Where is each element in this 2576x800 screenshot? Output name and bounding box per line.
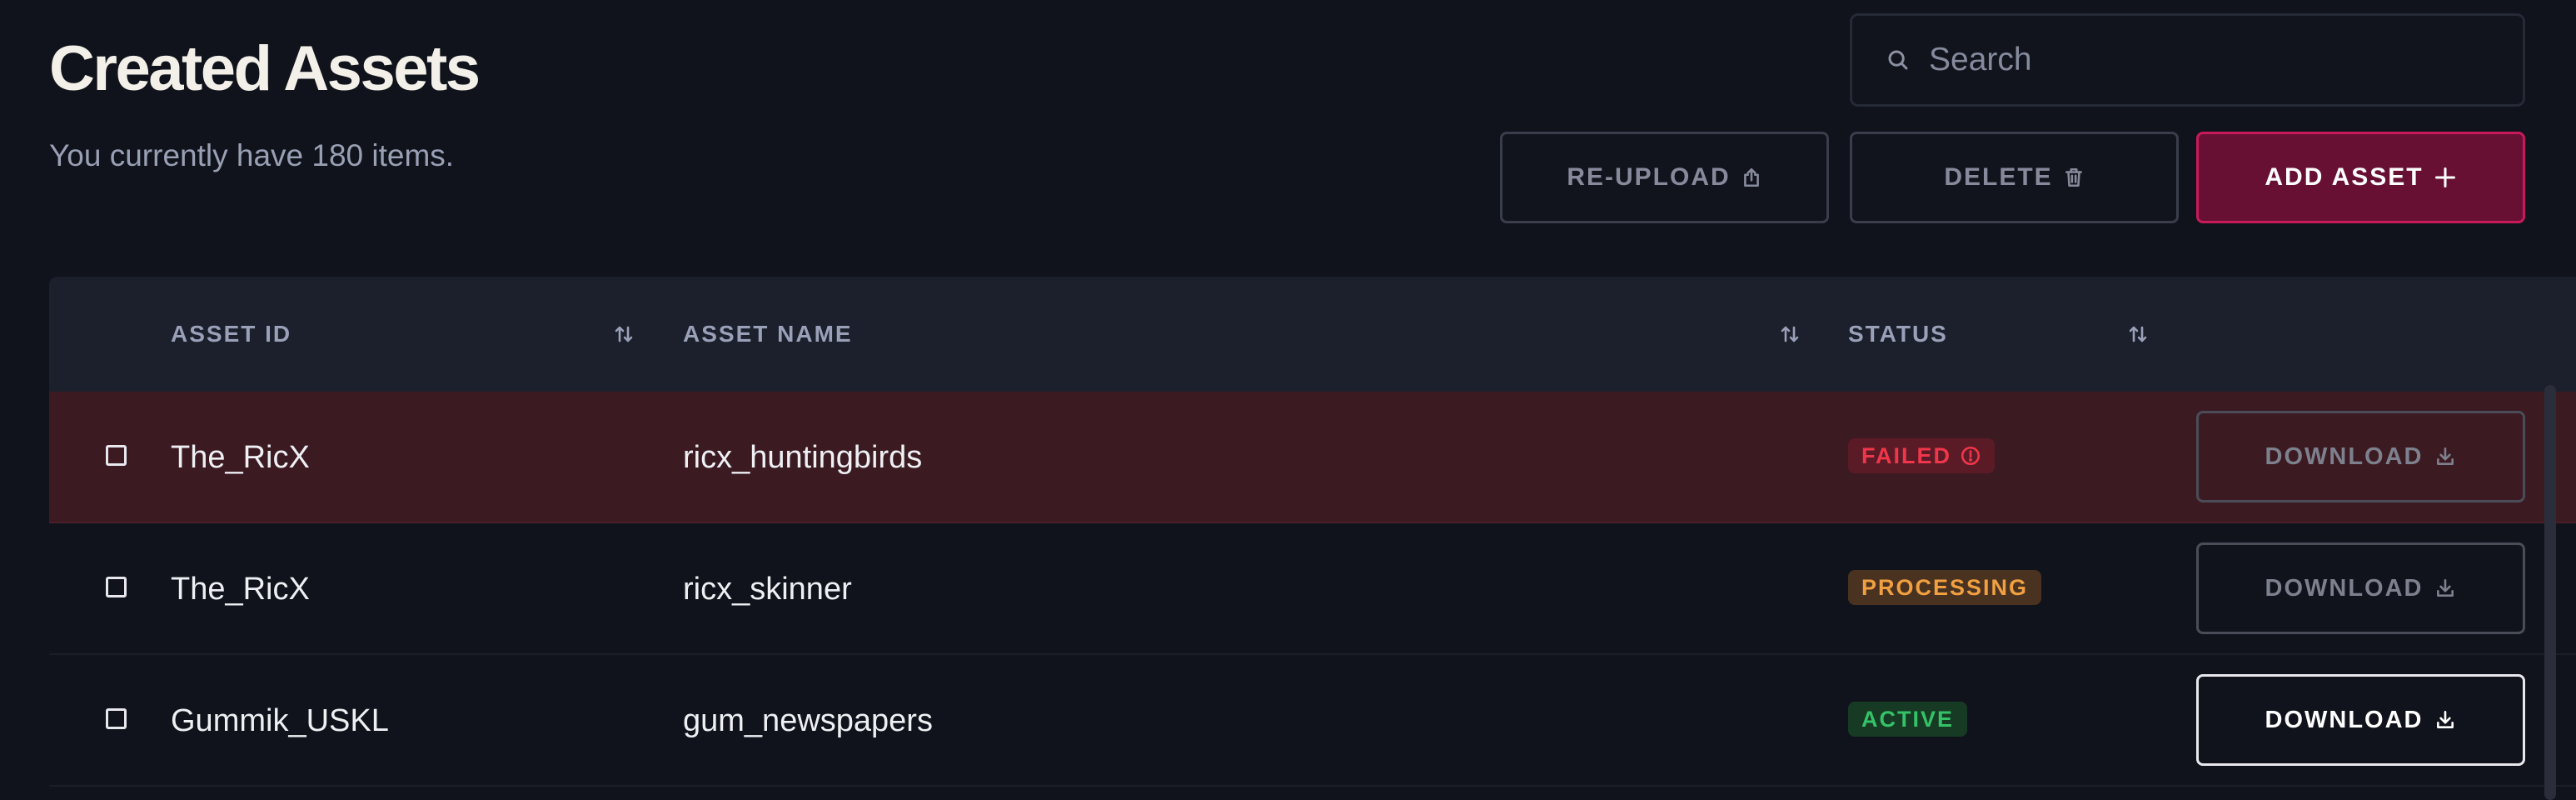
sort-status-button[interactable]	[2123, 318, 2153, 350]
column-header-asset-id: ASSET ID	[171, 321, 292, 347]
table-header: ASSET ID ASSET NAME STATUS	[49, 277, 2576, 392]
row-checkbox[interactable]	[106, 577, 127, 598]
table-row[interactable]: Gummik_USKL gum_newspapers ACTIVE DOWNLO…	[49, 655, 2576, 787]
search-input[interactable]	[1927, 41, 2460, 79]
sort-asset-name-button[interactable]	[1775, 318, 1805, 350]
delete-button-label: DELETE	[1944, 163, 2053, 191]
status-badge: FAILED	[1848, 438, 1996, 473]
download-icon	[2437, 578, 2454, 597]
alert-circle-icon	[1961, 446, 1981, 466]
asset-id-cell: The_RicX	[171, 439, 310, 475]
asset-id-cell: Gummik_USKL	[171, 702, 389, 738]
download-button-label: DOWNLOAD	[2265, 574, 2424, 602]
asset-name-cell: gum_newspapers	[683, 702, 933, 738]
sort-icon	[1781, 326, 1799, 342]
search-icon	[1888, 50, 1908, 70]
table-scrollbar[interactable]	[2544, 385, 2556, 800]
items-count-text: You currently have 180 items.	[49, 138, 455, 172]
delete-button[interactable]: DELETE	[1850, 132, 2179, 223]
download-button-label: DOWNLOAD	[2265, 706, 2424, 733]
upload-icon	[1743, 168, 1759, 188]
page-title: Created Assets	[49, 33, 481, 104]
download-button-label: DOWNLOAD	[2265, 442, 2424, 470]
asset-name-cell: ricx_skinner	[683, 571, 852, 607]
add-asset-button-label: ADD ASSET	[2265, 163, 2424, 191]
row-checkbox[interactable]	[106, 708, 127, 729]
table-row[interactable]: The_RicX ricx_skinner PROCESSING DOWNLOA…	[49, 523, 2576, 655]
created-assets-page: Created Assets You currently have 180 it…	[0, 0, 2576, 800]
sort-icon	[2129, 326, 2147, 342]
status-badge-label: PROCESSING	[1861, 574, 2029, 600]
search-box[interactable]	[1850, 13, 2525, 107]
assets-table: ASSET ID ASSET NAME STATUS The_RicX ricx…	[49, 277, 2576, 800]
download-icon	[2437, 710, 2454, 728]
asset-name-cell: ricx_huntingbirds	[683, 439, 923, 475]
reupload-button[interactable]: RE-UPLOAD	[1500, 132, 1829, 223]
status-badge: PROCESSING	[1848, 570, 2042, 605]
download-button[interactable]: DOWNLOAD	[2196, 411, 2525, 502]
plus-icon	[2434, 167, 2455, 188]
sort-icon	[615, 326, 633, 342]
reupload-button-label: RE-UPLOAD	[1567, 163, 1731, 191]
sort-asset-id-button[interactable]	[609, 318, 639, 350]
trash-icon	[2065, 168, 2082, 188]
asset-id-cell: The_RicX	[171, 571, 310, 607]
column-header-status: STATUS	[1848, 321, 1948, 347]
row-checkbox[interactable]	[106, 445, 127, 466]
status-badge-label: ACTIVE	[1861, 706, 1955, 732]
table-row[interactable]: The_RicX ricx_huntingbirds FAILED DOWNLO…	[49, 392, 2576, 523]
add-asset-button[interactable]: ADD ASSET	[2196, 132, 2525, 223]
download-button[interactable]: DOWNLOAD	[2196, 674, 2525, 766]
status-badge: ACTIVE	[1848, 702, 1968, 737]
status-badge-label: FAILED	[1861, 442, 1952, 468]
download-button[interactable]: DOWNLOAD	[2196, 542, 2525, 634]
column-header-asset-name: ASSET NAME	[683, 321, 853, 347]
download-icon	[2437, 447, 2454, 465]
